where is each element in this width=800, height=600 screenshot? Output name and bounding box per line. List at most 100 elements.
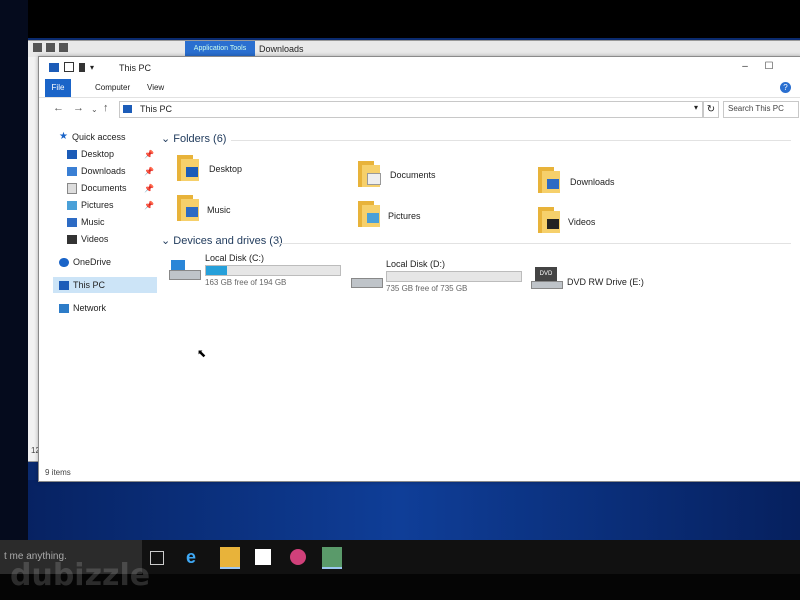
background-quick-toolbar [33, 43, 68, 52]
up-button[interactable]: ↑ [103, 102, 109, 114]
app-icon[interactable] [290, 549, 306, 565]
watermark: dubizzle [10, 558, 151, 593]
sidebar-item-onedrive[interactable]: OneDrive [59, 254, 111, 270]
sidebar-item-label: Desktop [81, 149, 115, 159]
desktop-icon [67, 149, 77, 159]
navigation-pane: ★ Quick access Desktop 📌 Downloads 📌 Doc… [39, 123, 157, 463]
pin-icon: 📌 [144, 201, 154, 210]
dvd-drive-icon[interactable]: DVD [531, 267, 563, 289]
divider [231, 140, 791, 141]
chevron-down-icon[interactable]: ▾ [694, 103, 698, 112]
star-icon: ★ [59, 131, 68, 142]
sidebar-item-network[interactable]: Network [59, 300, 106, 316]
local-disk-c-icon[interactable] [169, 260, 201, 280]
task-view-icon[interactable] [150, 551, 164, 565]
folder-label[interactable]: Pictures [388, 211, 421, 221]
minimize-button[interactable]: – [735, 61, 755, 75]
sidebar-item-music[interactable]: Music [67, 214, 105, 230]
drive-free-space: 163 GB free of 194 GB [205, 278, 287, 287]
devices-group-header[interactable]: ⌄ Devices and drives (3) [161, 234, 283, 247]
address-path[interactable]: This PC [140, 104, 172, 114]
sidebar-item-label: Documents [81, 183, 127, 193]
tab-view[interactable]: View [137, 79, 174, 97]
music-icon [67, 217, 77, 227]
help-icon[interactable]: ? [780, 82, 791, 93]
folder-downloads-icon[interactable] [538, 167, 560, 193]
group-count: (6) [213, 133, 227, 145]
folder-label[interactable]: Music [207, 205, 231, 215]
sidebar-item-label: Downloads [81, 166, 126, 176]
group-title: Devices and drives [173, 235, 267, 247]
network-icon [59, 303, 69, 313]
computer-icon [59, 280, 69, 290]
sidebar-item-pictures[interactable]: Pictures [67, 197, 114, 213]
sidebar-item-documents[interactable]: Documents [67, 180, 127, 196]
folder-desktop-icon[interactable] [177, 155, 199, 181]
sidebar-item-label: Videos [81, 234, 109, 244]
folders-group-header[interactable]: ⌄ Folders (6) [161, 132, 226, 145]
folder-label[interactable]: Documents [390, 170, 436, 180]
screen-bezel [0, 0, 800, 38]
folder-music-icon[interactable] [177, 195, 199, 221]
ribbon: File Computer View ? [39, 79, 800, 98]
folder-pictures-icon[interactable] [358, 201, 380, 227]
drive-label[interactable]: Local Disk (D:) [386, 259, 445, 269]
background-titlebar: Application Tools Downloads [27, 41, 800, 57]
tab-computer[interactable]: Computer [85, 79, 140, 97]
file-explorer-window[interactable]: ▾ This PC – ☐ File Computer View ? ← → ⌄… [38, 56, 800, 482]
drive-free-space: 735 GB free of 735 GB [386, 284, 468, 293]
new-folder-icon [59, 43, 68, 52]
back-button[interactable]: ← [53, 102, 64, 114]
customize-toolbar-icon[interactable]: ▾ [90, 63, 94, 72]
properties-icon[interactable] [64, 62, 74, 72]
application-tools-tab[interactable]: Application Tools [185, 41, 255, 57]
group-count: (3) [269, 235, 283, 247]
folder-label[interactable]: Downloads [570, 177, 615, 187]
videos-icon [67, 234, 77, 244]
sidebar-item-desktop[interactable]: Desktop [67, 146, 114, 162]
sidebar-item-label: Pictures [81, 200, 114, 210]
folder-documents-icon[interactable] [358, 161, 381, 187]
this-pc-icon [49, 62, 59, 72]
sidebar-item-label: This PC [73, 280, 106, 290]
address-bar[interactable]: This PC ▾ [119, 101, 703, 118]
window-title: This PC [119, 63, 152, 73]
folder-label[interactable]: Desktop [209, 164, 242, 174]
edge-browser-icon[interactable]: e [186, 547, 206, 567]
store-icon[interactable] [255, 549, 271, 565]
pin-icon: 📌 [144, 167, 154, 176]
sidebar-item-videos[interactable]: Videos [67, 231, 108, 247]
forward-button[interactable]: → [73, 102, 84, 114]
sidebar-item-label: Network [73, 303, 107, 313]
sidebar-item-label: Music [81, 217, 105, 227]
pin-icon: 📌 [144, 184, 154, 193]
drive-label[interactable]: Local Disk (C:) [205, 253, 264, 263]
cloud-icon [59, 257, 69, 267]
pin-icon: 📌 [144, 150, 154, 159]
pictures-icon [67, 200, 77, 210]
drive-d-usage-bar [386, 271, 522, 282]
new-folder-icon[interactable] [79, 62, 85, 72]
local-disk-d-icon[interactable] [351, 272, 383, 292]
sidebar-item-this-pc[interactable]: This PC [53, 277, 157, 293]
recent-locations-button[interactable]: ⌄ [91, 105, 98, 114]
file-explorer-icon[interactable] [220, 547, 240, 569]
sidebar-item-downloads[interactable]: Downloads [67, 163, 126, 179]
quick-access-toolbar: ▾ [49, 62, 94, 72]
tab-file[interactable]: File [45, 79, 71, 97]
folder-videos-icon[interactable] [538, 207, 560, 233]
chevron-down-icon: ⌄ [161, 133, 171, 145]
downloads-window-title: Downloads [259, 44, 304, 54]
navigation-bar: ← → ⌄ ↑ This PC ▾ ↻ Search This PC [39, 97, 800, 121]
refresh-button[interactable]: ↻ [703, 101, 719, 118]
properties-icon [46, 43, 55, 52]
drive-label[interactable]: DVD RW Drive (E:) [567, 277, 644, 287]
folder-icon [33, 43, 42, 52]
divider [277, 243, 791, 244]
active-app-icon[interactable] [322, 547, 342, 569]
folder-label[interactable]: Videos [568, 217, 595, 227]
maximize-button[interactable]: ☐ [759, 61, 779, 75]
titlebar: ▾ This PC – ☐ [39, 57, 800, 79]
sidebar-item-quick-access[interactable]: ★ Quick access [59, 129, 126, 145]
search-input[interactable]: Search This PC [723, 101, 799, 118]
